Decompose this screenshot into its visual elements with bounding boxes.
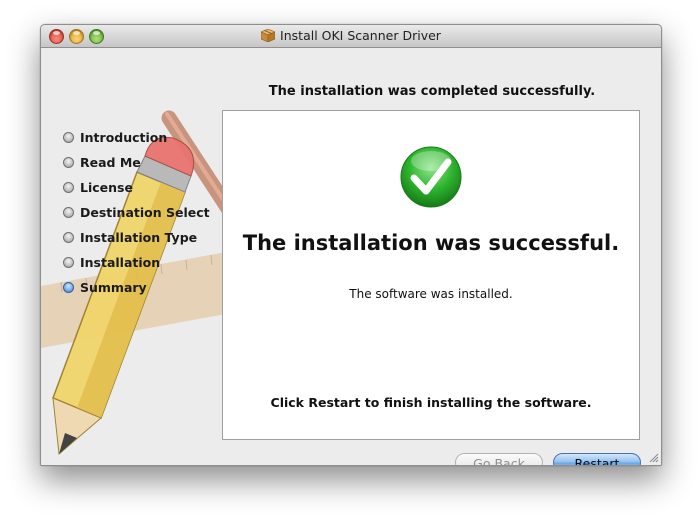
step-label: Summary	[80, 280, 147, 295]
installer-steps-list: Introduction Read Me License Destination…	[63, 128, 210, 303]
checkmark-icon	[400, 146, 462, 208]
go-back-button[interactable]: Go Back	[455, 453, 543, 465]
window-title-group: Install OKI Scanner Driver	[41, 28, 661, 43]
window-title: Install OKI Scanner Driver	[280, 28, 441, 43]
restart-button[interactable]: Restart	[553, 453, 641, 465]
step-item-license: License	[63, 178, 210, 203]
step-item-summary: Summary	[63, 278, 210, 303]
success-headline: The installation was successful.	[242, 231, 620, 255]
current-step-bullet-icon	[63, 282, 74, 293]
step-item-installation: Installation	[63, 253, 210, 278]
step-label: Destination Select	[80, 205, 210, 220]
step-label: License	[80, 180, 133, 195]
step-label: Installation Type	[80, 230, 198, 245]
step-item-introduction: Introduction	[63, 128, 210, 153]
step-bullet-icon	[63, 182, 74, 193]
resize-grip-icon[interactable]	[648, 452, 659, 463]
step-bullet-icon	[63, 207, 74, 218]
step-item-destination-select: Destination Select	[63, 203, 210, 228]
step-item-read-me: Read Me	[63, 153, 210, 178]
step-heading: The installation was completed successfu…	[268, 84, 596, 99]
step-bullet-icon	[63, 157, 74, 168]
step-label: Read Me	[80, 155, 141, 170]
step-label: Installation	[80, 255, 161, 270]
step-item-installation-type: Installation Type	[63, 228, 210, 253]
summary-panel: The installation was successful. The sof…	[222, 110, 640, 440]
installed-message: The software was installed.	[349, 287, 513, 301]
step-bullet-icon	[63, 232, 74, 243]
installer-content: The installation was completed successfu…	[41, 48, 661, 465]
step-bullet-icon	[63, 132, 74, 143]
installer-window: Install OKI Scanner Driver The installat…	[40, 24, 662, 466]
title-bar[interactable]: Install OKI Scanner Driver	[41, 25, 661, 48]
restart-instruction: Click Restart to finish installing the s…	[270, 395, 592, 410]
package-icon	[261, 29, 276, 42]
step-bullet-icon	[63, 257, 74, 268]
step-label: Introduction	[80, 130, 168, 145]
